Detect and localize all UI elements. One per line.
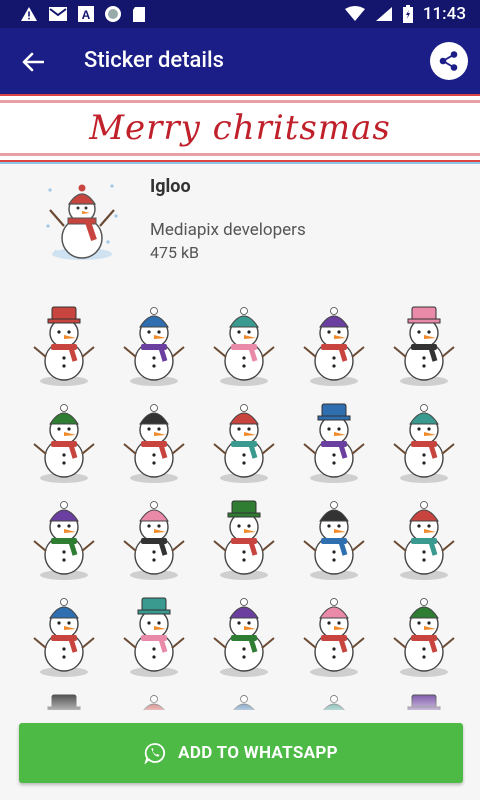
clock: 11:43	[422, 4, 466, 24]
status-bar: A 11:43	[0, 0, 480, 28]
sticker-item[interactable]	[114, 303, 194, 389]
sticker-item[interactable]	[384, 497, 464, 583]
warning-icon	[21, 7, 37, 21]
sticker-item[interactable]	[294, 303, 374, 389]
sticker-item[interactable]	[294, 400, 374, 486]
add-button-label: ADD TO WHATSAPP	[178, 743, 338, 763]
sticker-item[interactable]	[114, 400, 194, 486]
sd-card-icon	[133, 6, 145, 22]
sticker-item[interactable]	[204, 497, 284, 583]
sticker-item[interactable]	[294, 497, 374, 583]
sticker-item[interactable]	[204, 400, 284, 486]
signal-icon	[375, 7, 392, 21]
pack-author: Mediapix developers	[150, 220, 306, 240]
back-arrow-icon	[22, 52, 44, 72]
sticker-item[interactable]	[24, 594, 104, 680]
christmas-banner: Merry chritsmas	[0, 94, 480, 162]
pack-size: 475 kB	[150, 243, 200, 262]
sticker-item[interactable]	[204, 303, 284, 389]
battery-icon	[402, 5, 413, 23]
divider	[0, 162, 480, 164]
sticker-item[interactable]	[384, 594, 464, 680]
sticker-item[interactable]	[294, 594, 374, 680]
wifi-icon	[344, 6, 365, 21]
font-a-icon: A	[78, 6, 94, 22]
pack-tray-icon	[42, 176, 122, 266]
banner-frame: Merry chritsmas	[0, 100, 480, 156]
scroll-fade	[0, 690, 480, 720]
pack-title: Igloo	[150, 176, 191, 197]
circle-icon	[105, 6, 121, 22]
sticker-item[interactable]	[384, 400, 464, 486]
sticker-item[interactable]	[24, 400, 104, 486]
page-title: Sticker details	[84, 48, 224, 73]
back-button[interactable]	[18, 47, 48, 77]
share-icon	[439, 51, 458, 71]
sticker-grid	[0, 295, 480, 710]
add-to-whatsapp-button[interactable]: ADD TO WHATSAPP	[19, 723, 463, 783]
gmail-icon	[49, 7, 67, 21]
banner-text: Merry chritsmas	[89, 108, 391, 148]
sticker-item[interactable]	[114, 594, 194, 680]
sticker-item[interactable]	[384, 303, 464, 389]
sticker-item[interactable]	[24, 303, 104, 389]
sticker-item[interactable]	[204, 594, 284, 680]
app-bar: Sticker details	[0, 28, 480, 94]
whatsapp-icon	[144, 743, 166, 764]
svg-text:A: A	[82, 8, 91, 22]
share-button[interactable]	[430, 42, 468, 80]
sticker-item[interactable]	[24, 497, 104, 583]
sticker-item[interactable]	[114, 497, 194, 583]
